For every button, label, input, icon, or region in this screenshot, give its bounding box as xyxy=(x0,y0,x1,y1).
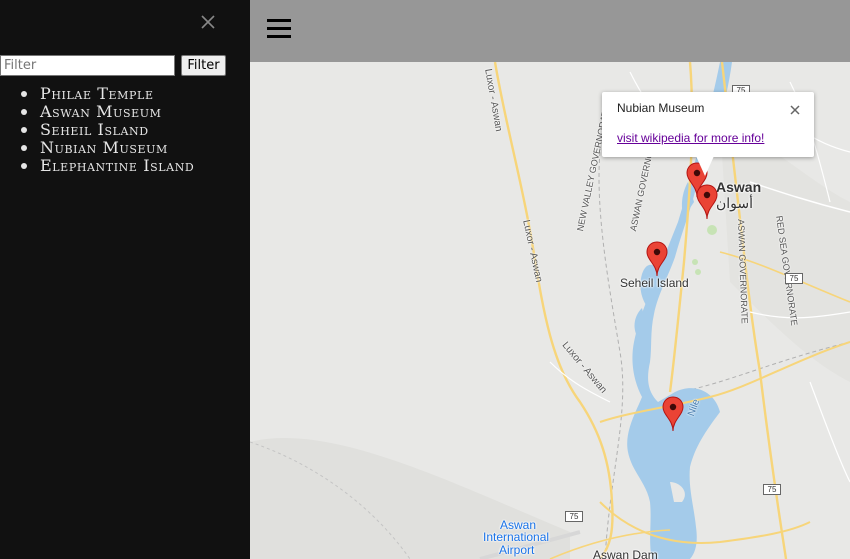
map-pin-icon xyxy=(696,184,718,220)
menu-icon-bar xyxy=(267,19,291,22)
place-item-philae-temple[interactable]: Philae Temple xyxy=(0,85,194,103)
info-window-title: Nubian Museum xyxy=(617,101,705,115)
map-marker-nubian-museum[interactable] xyxy=(696,184,718,220)
map-marker-seheil-island[interactable] xyxy=(646,241,668,277)
header xyxy=(250,0,850,62)
map-label-airport-line2: International xyxy=(483,530,550,544)
hamburger-menu-button[interactable] xyxy=(267,16,293,40)
map-pin-icon xyxy=(662,396,684,432)
route-shield: 75 xyxy=(565,511,583,522)
info-window: Nubian Museum visit wikipedia for more i… xyxy=(602,92,814,176)
map[interactable]: Luxor - Aswan Luxor - Aswan Luxor - Aswa… xyxy=(250,62,850,559)
route-shield: 75 xyxy=(785,273,803,284)
map-label-seheil-island: Seheil Island xyxy=(620,276,689,290)
close-sidebar-button[interactable] xyxy=(199,13,217,31)
close-icon xyxy=(790,105,800,115)
map-pin-icon xyxy=(646,241,668,277)
info-window-close-button[interactable] xyxy=(789,101,801,115)
place-item-aswan-museum[interactable]: Aswan Museum xyxy=(0,103,194,121)
map-marker-philae-temple[interactable] xyxy=(662,396,684,432)
filter-input[interactable] xyxy=(0,55,175,76)
map-label-airport-line3: Airport xyxy=(499,543,535,557)
map-label-aswan: Aswan xyxy=(716,179,762,195)
close-icon xyxy=(201,15,215,29)
sidebar: Filter Philae Temple Aswan Museum Seheil… xyxy=(0,0,250,559)
wikipedia-link[interactable]: visit wikipedia for more info! xyxy=(617,131,764,145)
filter-row: Filter xyxy=(0,55,250,77)
info-window-tail xyxy=(696,156,714,176)
map-label-aswan-dam: Aswan Dam xyxy=(593,548,658,559)
app: Filter Philae Temple Aswan Museum Seheil… xyxy=(0,0,850,559)
filter-button[interactable]: Filter xyxy=(181,55,226,76)
places-list: Philae Temple Aswan Museum Seheil Island… xyxy=(0,85,194,175)
map-label-aswan-arabic: أسوان xyxy=(716,195,754,211)
place-item-seheil-island[interactable]: Seheil Island xyxy=(0,121,194,139)
place-item-elephantine-island[interactable]: Elephantine Island xyxy=(0,157,194,175)
menu-icon-bar xyxy=(267,27,291,30)
route-shield: 75 xyxy=(763,484,781,495)
menu-icon-bar xyxy=(267,35,291,38)
place-item-nubian-museum[interactable]: Nubian Museum xyxy=(0,139,194,157)
